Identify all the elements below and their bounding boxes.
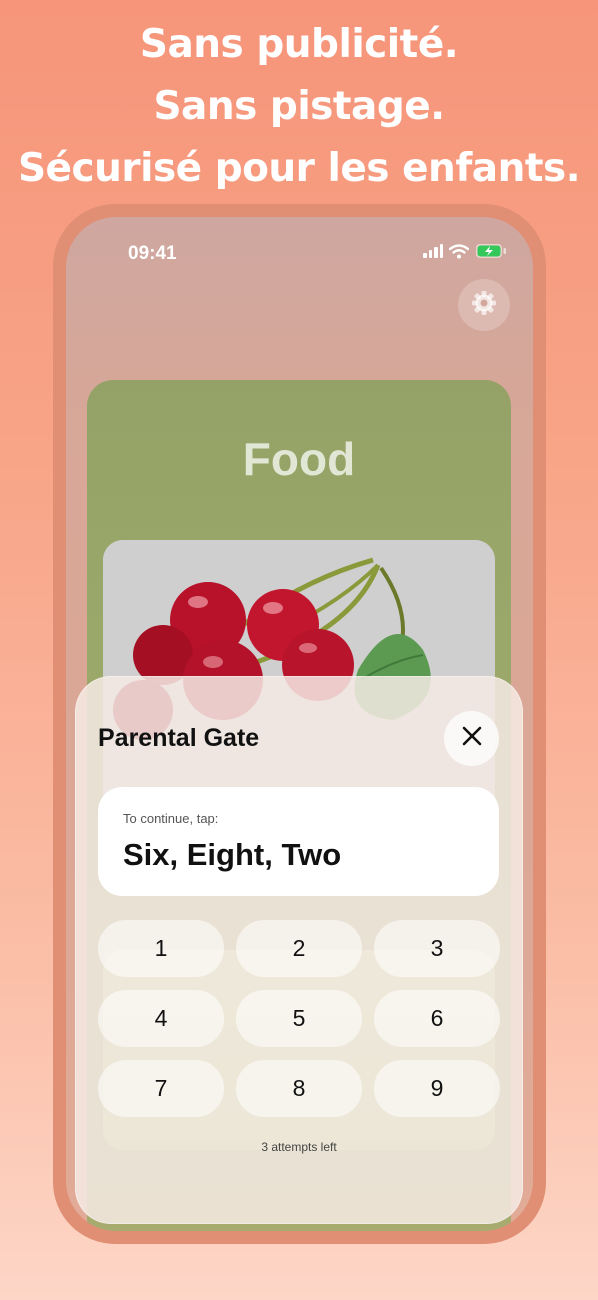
gear-icon [470, 289, 498, 322]
key-7[interactable]: 7 [98, 1060, 224, 1117]
category-title: Food [242, 433, 356, 485]
prompt-label: To continue, tap: [123, 811, 219, 826]
headline-line-3: Sécurisé pour les enfants. [17, 146, 581, 191]
key-1[interactable]: 1 [98, 920, 224, 977]
prompt-card: To continue, tap: Six, Eight, Two [98, 787, 499, 896]
wifi-icon [449, 243, 469, 259]
cellular-signal-icon [423, 244, 443, 258]
close-icon [461, 725, 483, 752]
key-4[interactable]: 4 [98, 990, 224, 1047]
marketing-headline: Sans publicité. Sans pistage. Sécurisé p… [0, 14, 598, 200]
key-2[interactable]: 2 [236, 920, 362, 977]
key-5[interactable]: 5 [236, 990, 362, 1047]
battery-icon [475, 243, 507, 259]
headline-line-2: Sans pistage. [153, 84, 445, 129]
prompt-value: Six, Eight, Two [123, 837, 342, 872]
key-9[interactable]: 9 [374, 1060, 500, 1117]
attempts-left: 3 attempts left [261, 1140, 337, 1154]
key-3[interactable]: 3 [374, 920, 500, 977]
status-time: 09:41 [128, 243, 177, 264]
parental-gate-sheet: Parental Gate To continue, tap: Six, Eig… [75, 676, 523, 1224]
keypad: 1 2 3 4 5 6 7 8 9 [98, 920, 500, 1117]
parental-gate-title: Parental Gate [98, 724, 260, 752]
close-button[interactable] [444, 711, 499, 766]
key-6[interactable]: 6 [374, 990, 500, 1047]
status-icons [423, 243, 507, 259]
settings-button[interactable] [458, 279, 510, 331]
key-8[interactable]: 8 [236, 1060, 362, 1117]
headline-line-1: Sans publicité. [139, 22, 459, 67]
